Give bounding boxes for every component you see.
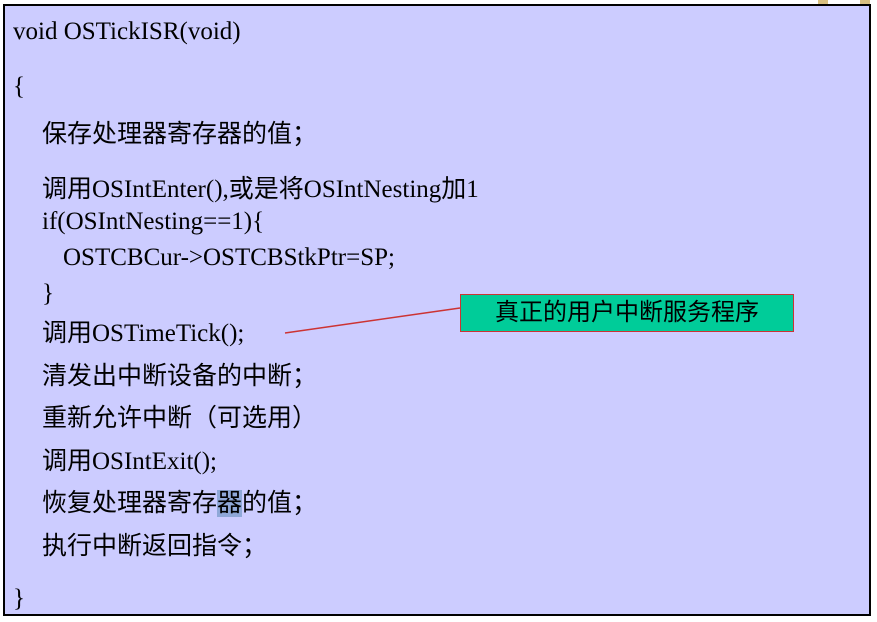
call-int-exit-line: 调用OSIntExit(); [42,448,217,475]
call-int-enter-line: 调用OSIntEnter(),或是将OSIntNesting加1 [42,176,479,203]
close-if-line: } [42,280,54,307]
callout-box: 真正的用户中断服务程序 [460,294,794,332]
reenable-interrupt-line: 重新允许中断（可选用） [42,405,318,432]
return-from-interrupt-line: 执行中断返回指令； [42,533,268,560]
close-brace: } [13,585,25,612]
if-nesting-line: if(OSIntNesting==1){ [42,208,265,235]
call-time-tick-line: 调用OSTimeTick(); [42,320,245,347]
open-brace: { [13,73,25,100]
function-signature: void OSTickISR(void) [13,18,241,45]
restore-suffix: 的值； [242,490,318,517]
restore-prefix: 恢复处理器寄存 [42,490,218,517]
save-registers-line: 保存处理器寄存器的值； [42,121,318,148]
clear-interrupt-line: 清发出中断设备的中断； [42,363,318,390]
restore-registers-line: 恢复处理器寄存器的值； [42,489,317,519]
slide: void OSTickISR(void) { 保存处理器寄存器的值； 调用OSI… [0,0,877,622]
selection-highlight: 器 [217,490,243,517]
save-sp-line: OSTCBCur->OSTCBStkPtr=SP; [63,244,395,271]
